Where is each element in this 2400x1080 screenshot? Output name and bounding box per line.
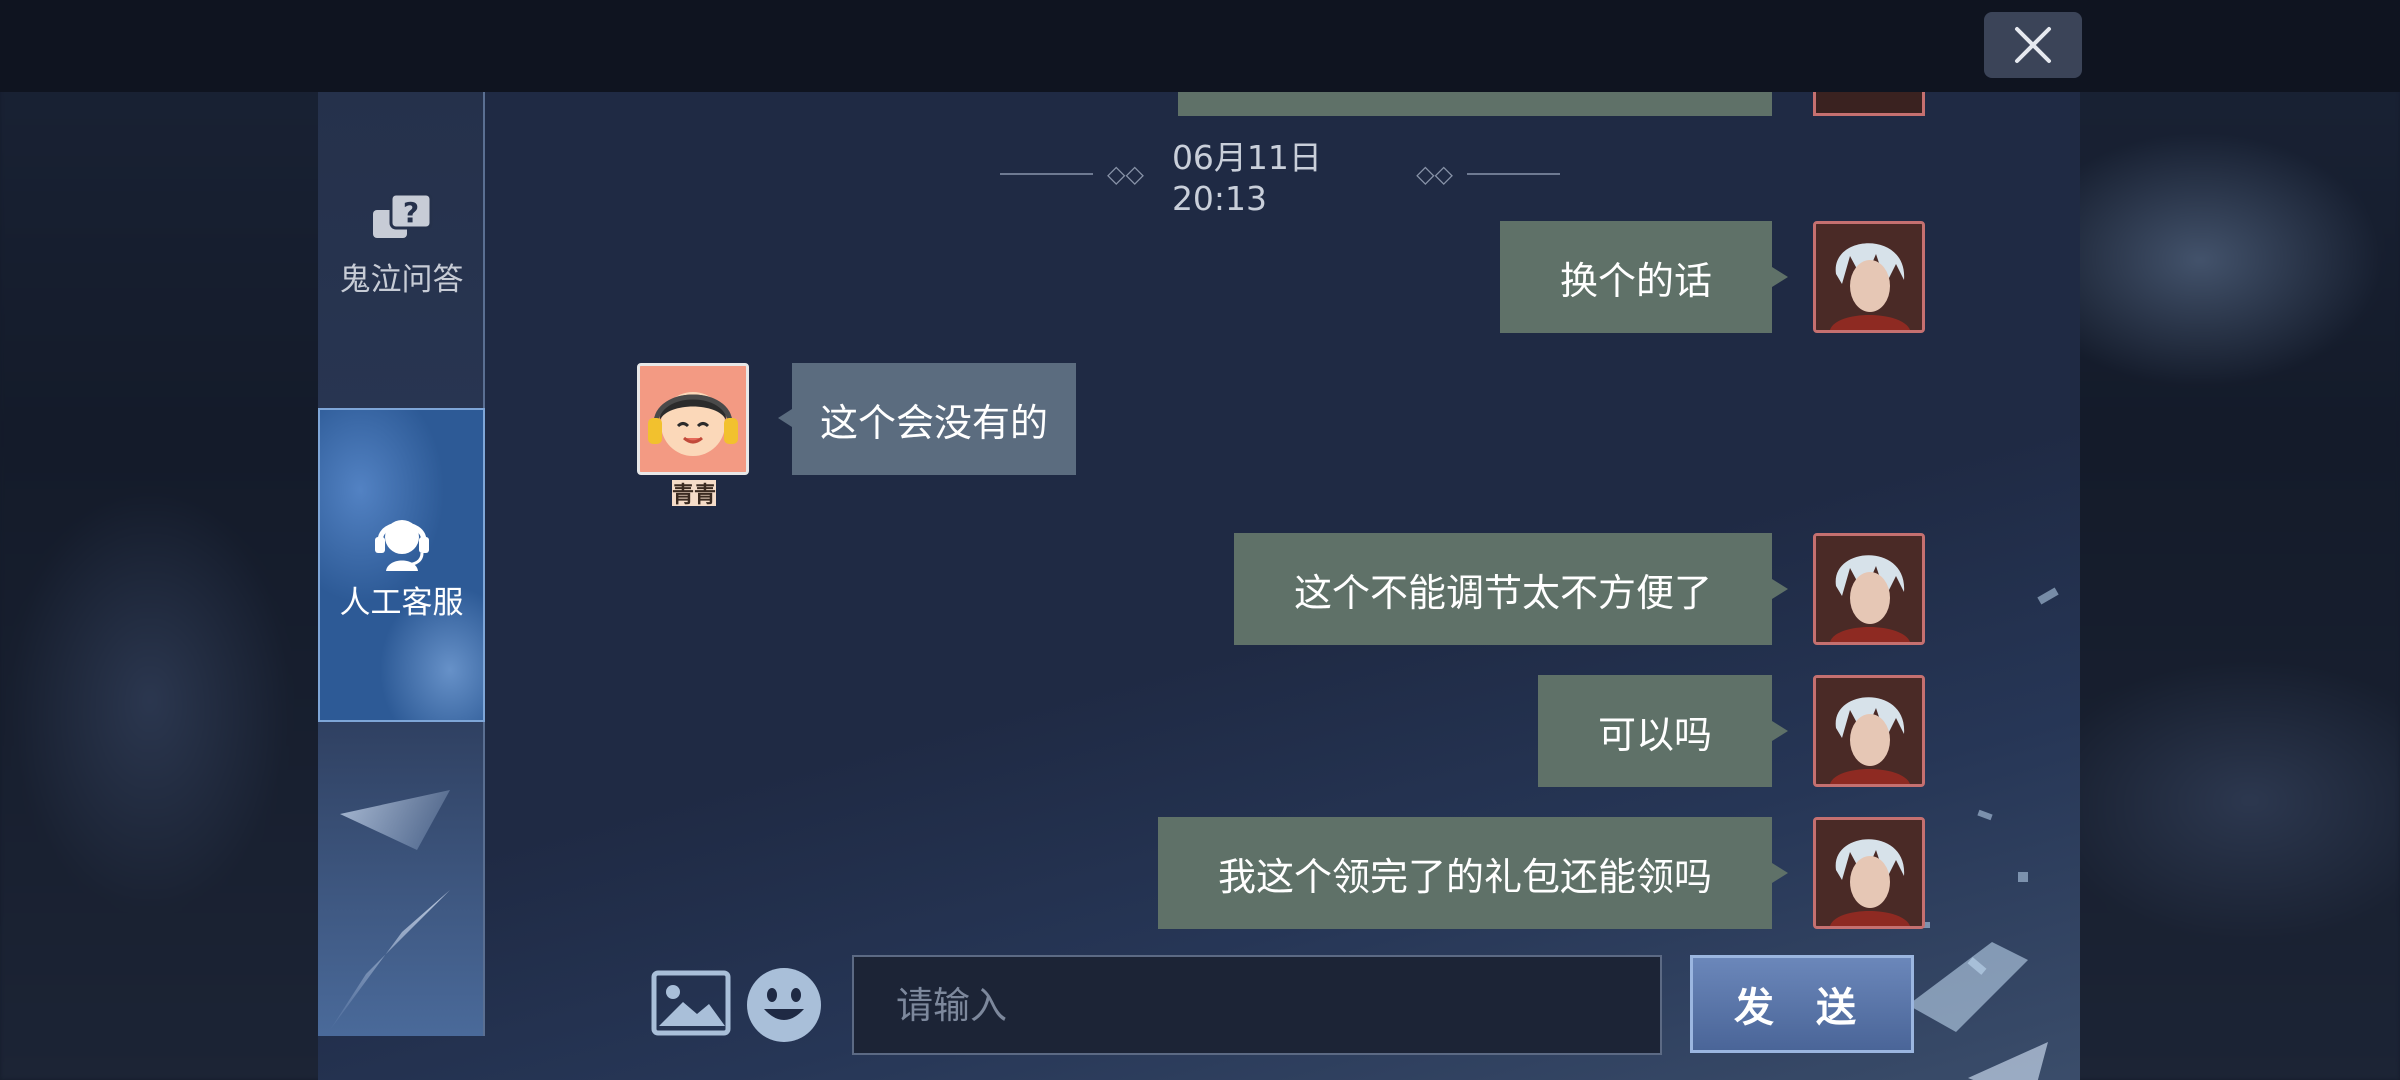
image-icon [651, 970, 731, 1036]
user-message-bubble: 我这个领完了的礼包还能领吗 [1157, 817, 1789, 929]
close-x-icon [2015, 27, 2051, 63]
message-text: 换个的话 [1559, 258, 1712, 303]
sidebar-item-ghost-qa[interactable]: ? 鬼泣问答 [318, 192, 485, 332]
image-button[interactable] [651, 970, 731, 1036]
sidebar-item-label: 人工客服 [339, 584, 464, 621]
message-text: 我这个领完了的礼包还能领吗 [1217, 854, 1712, 899]
message-text: 这个不能调节太不方便了 [1293, 570, 1712, 615]
user-avatar [1813, 817, 1925, 929]
agent-name-tag: 青青 [672, 480, 716, 508]
send-button[interactable]: 发 送 [1690, 955, 1914, 1053]
svg-text:?: ? [402, 196, 418, 229]
headset-support-icon [374, 519, 429, 571]
sidebar-item-human-support[interactable]: 人工客服 [318, 408, 485, 722]
message-input[interactable] [852, 955, 1662, 1055]
question-chat-icon: ? [372, 192, 432, 238]
sidebar-item-label: 鬼泣问答 [339, 262, 464, 298]
user-avatar-partial [1813, 92, 1925, 116]
user-avatar [1813, 221, 1925, 333]
chat-timestamp: 06月11日 20:13 [1171, 137, 1322, 218]
user-message-bubble: 换个的话 [1499, 221, 1789, 333]
emoji-icon [747, 968, 821, 1042]
message-bubble-partial [1178, 92, 1772, 116]
sidebar: ? 鬼泣问答 人工客服 [318, 92, 485, 1036]
user-message-bubble: 这个不能调节太不方便了 [1233, 533, 1789, 645]
agent-avatar [637, 363, 749, 475]
agent-message-bubble: 这个会没有的 [777, 363, 1077, 475]
user-avatar [1813, 675, 1925, 787]
message-text: 可以吗 [1597, 712, 1712, 757]
close-button[interactable] [1984, 12, 2082, 78]
message-text: 这个会没有的 [820, 400, 1049, 445]
emoji-button[interactable] [744, 965, 824, 1045]
user-message-bubble: 可以吗 [1537, 675, 1789, 787]
chat-timestamp-divider: ◇◇ 06月11日 20:13 ◇◇ [1000, 138, 1560, 218]
user-avatar [1813, 533, 1925, 645]
